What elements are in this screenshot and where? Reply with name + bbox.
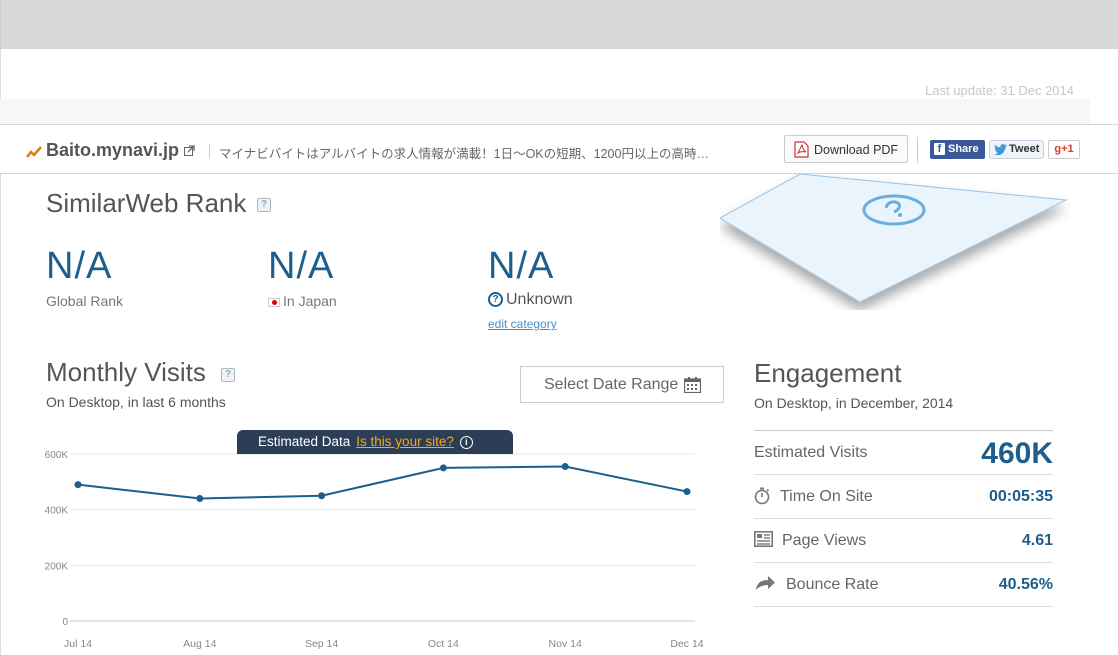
estimated-data-banner: Estimated Data Is this your site? i <box>237 430 513 454</box>
select-date-range-button[interactable]: Select Date Range <box>520 366 724 403</box>
data-point <box>439 464 447 472</box>
engagement-row-bounce: Bounce Rate 40.56% <box>754 562 1053 606</box>
data-point <box>561 463 569 471</box>
country-name: In Japan <box>283 293 337 309</box>
share-label: Share <box>948 143 979 155</box>
category-rank-label: ? Unknown <box>488 291 573 309</box>
japan-flag-icon <box>268 297 280 307</box>
y-tick-label: 200K <box>45 561 69 572</box>
data-point <box>318 492 326 500</box>
engagement-bottom-line <box>754 606 1053 607</box>
browser-top-bar <box>0 0 1118 49</box>
stopwatch-icon <box>754 487 770 505</box>
engagement-subtitle: On Desktop, in December, 2014 <box>754 395 954 411</box>
site-description: マイナビバイトはアルバイトの求人情報が満載！1日〜OKの短期、1200円以上の高… <box>219 147 714 161</box>
question-circle-icon: ? <box>488 292 503 308</box>
x-tick-label: Dec 14 <box>670 638 703 650</box>
y-tick-label: 400K <box>45 506 69 517</box>
gray-band <box>0 99 1090 125</box>
page-views-label: Page Views <box>782 532 867 549</box>
y-tick-label: 0 <box>62 617 68 628</box>
last-update: Last update: 31 Dec 2014 <box>925 83 1074 98</box>
category-name: Unknown <box>506 291 573 308</box>
calendar-icon <box>684 377 701 393</box>
edit-category-link[interactable]: edit category <box>488 317 557 331</box>
date-range-label: Select Date Range <box>544 376 679 393</box>
engagement-row-pages: Page Views 4.61 <box>754 518 1053 562</box>
map-placeholder-card <box>720 173 1068 303</box>
header-separator-2 <box>917 137 918 163</box>
page-views-value: 4.61 <box>1021 532 1053 549</box>
google-plus-button[interactable]: g+1 <box>1048 140 1080 159</box>
help-icon[interactable]: ? <box>221 368 235 382</box>
tweet-button[interactable]: Tweet <box>989 140 1044 159</box>
bounce-rate-value: 40.56% <box>998 576 1053 593</box>
global-rank-value: N/A <box>46 245 113 287</box>
header-separator <box>209 144 210 159</box>
x-tick-label: Oct 14 <box>428 638 459 650</box>
time-on-site-label: Time On Site <box>780 488 873 505</box>
data-point <box>683 488 691 496</box>
estimated-visits-label: Estimated Visits <box>754 444 868 461</box>
facebook-share-button[interactable]: f Share <box>930 140 985 159</box>
engagement-row-time: Time On Site 00:05:35 <box>754 474 1053 518</box>
monthly-visits-subtitle: On Desktop, in last 6 months <box>46 394 226 410</box>
country-rank-label: In Japan <box>268 293 337 309</box>
monthly-visits-chart: 0 200K 400K 600K Jul 14 Aug 14 Sep 14 Oct 14 Nov… <box>45 450 704 650</box>
global-rank-label: Global Rank <box>46 293 124 309</box>
engagement-row-visits: Estimated Visits 460K <box>754 430 1053 474</box>
download-pdf-label: Download PDF <box>814 143 899 157</box>
bounce-rate-label: Bounce Rate <box>786 576 879 593</box>
estimated-data-label: Estimated Data <box>258 434 351 449</box>
page-views-icon <box>754 531 773 547</box>
estimated-visits-value: 460K <box>981 437 1053 470</box>
x-tick-label: Jul 14 <box>64 638 92 650</box>
tweet-label: Tweet <box>1009 143 1040 155</box>
country-rank-value: N/A <box>268 245 335 287</box>
twitter-icon <box>994 144 1007 155</box>
category-rank-value: N/A <box>488 245 555 287</box>
monthly-visits-title: Monthly Visits <box>46 357 206 387</box>
x-tick-label: Nov 14 <box>549 638 582 650</box>
data-point <box>74 481 82 489</box>
y-tick-label: 600K <box>45 450 69 461</box>
external-link-icon[interactable] <box>184 145 195 156</box>
site-header: Baito.mynavi.jp マイナビバイトはアルバイトの求人情報が満載！1日… <box>0 124 1118 174</box>
rank-title: SimilarWeb Rank <box>46 188 247 218</box>
time-on-site-value: 00:05:35 <box>988 488 1053 505</box>
data-point <box>196 495 204 503</box>
is-this-your-site-link[interactable]: Is this your site? <box>356 434 454 449</box>
download-pdf-button[interactable]: Download PDF <box>784 135 908 163</box>
x-tick-label: Aug 14 <box>183 638 216 650</box>
site-name: Baito.mynavi.jp <box>46 140 180 160</box>
help-icon[interactable]: ? <box>257 198 271 212</box>
info-icon[interactable]: i <box>459 435 473 449</box>
engagement-title: Engagement <box>754 358 902 388</box>
pdf-icon <box>794 141 809 158</box>
x-tick-label: Sep 14 <box>305 638 338 650</box>
bounce-arrow-icon <box>756 576 775 590</box>
facebook-icon: f <box>934 143 945 155</box>
series-line <box>77 465 688 500</box>
trend-icon <box>26 146 42 158</box>
